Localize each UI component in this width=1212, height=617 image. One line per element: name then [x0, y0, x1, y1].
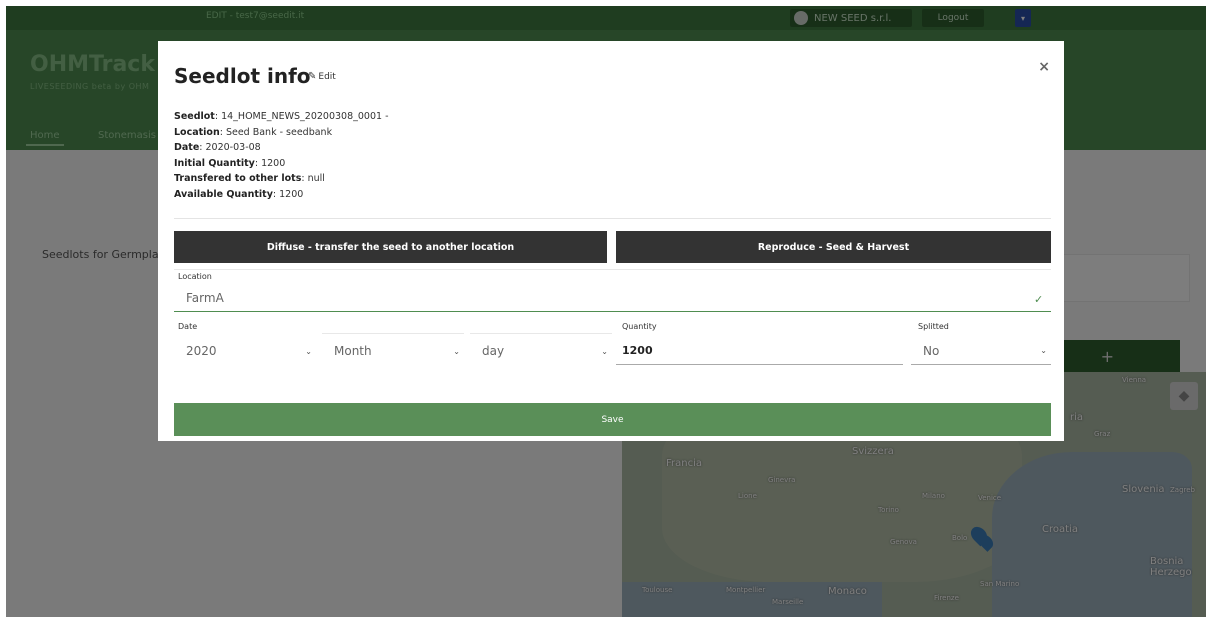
quantity-field-label: Quantity [622, 322, 657, 331]
date-row: Date: 2020-03-08 [174, 142, 261, 154]
transfered-value: null [304, 173, 325, 185]
date-value: 2020-03-08 [202, 142, 261, 154]
divider [322, 333, 464, 334]
close-icon[interactable]: × [1038, 59, 1050, 75]
available-quantity-row: Available Quantity: 1200 [174, 188, 304, 200]
month-value: Month [334, 344, 372, 358]
splitted-value: No [923, 343, 940, 358]
year-value: 2020 [186, 344, 217, 358]
location-label: Location [174, 126, 220, 138]
edit-link[interactable]: ✎ Edit [308, 71, 336, 82]
pencil-icon: ✎ [308, 71, 317, 82]
initial-quantity-value: 1200 [258, 157, 286, 169]
transfered-label: Transfered to other lots [174, 173, 302, 185]
seedlot-details: Seedlot: 14_HOME_NEWS_20200308_0001 - Lo… [174, 109, 389, 203]
chevron-down-icon: ⌄ [1040, 346, 1047, 355]
chevron-down-icon: ⌄ [305, 346, 312, 356]
seedlot-label: Seedlot [174, 111, 215, 122]
edit-label: Edit [318, 71, 336, 82]
diffuse-button[interactable]: Diffuse - transfer the seed to another l… [174, 231, 607, 263]
app-frame: EDIT - test7@seedit.it NEW SEED s.r.l. L… [6, 6, 1206, 617]
modal-title: Seedlot info [174, 64, 311, 88]
location-value: Seed Bank - seedbank [222, 126, 333, 138]
divider [470, 333, 612, 334]
seedlot-row: Seedlot: 14_HOME_NEWS_20200308_0001 - [174, 111, 389, 122]
location-field-label: Location [178, 272, 212, 281]
date-field-label: Date [178, 322, 198, 331]
day-select[interactable]: day ⌄ [470, 337, 612, 365]
location-field[interactable] [174, 284, 1051, 312]
initial-quantity-row: Initial Quantity: 1200 [174, 157, 286, 169]
splitted-select[interactable]: No ⌄ [911, 337, 1051, 365]
transfered-row: Transfered to other lots: null [174, 173, 325, 185]
divider [174, 269, 1051, 270]
splitted-field-label: Splitted [918, 322, 949, 331]
initial-quantity-label: Initial Quantity [174, 157, 255, 169]
location-row: Location: Seed Bank - seedbank [174, 126, 333, 138]
day-value: day [482, 344, 505, 358]
month-select[interactable]: Month ⌄ [322, 337, 464, 365]
chevron-down-icon: ⌄ [453, 346, 460, 356]
quantity-field[interactable] [616, 337, 903, 365]
check-icon: ✓ [1034, 293, 1044, 306]
available-quantity-label: Available Quantity [174, 188, 273, 200]
available-quantity-value: 1200 [276, 188, 304, 200]
divider [174, 218, 1051, 219]
year-select[interactable]: 2020 ⌄ [174, 337, 316, 365]
seedlot-info-modal: Seedlot info ✎ Edit × Seedlot: 14_HOME_N… [158, 41, 1064, 441]
save-button[interactable]: Save [174, 403, 1051, 436]
seedlot-value: 14_HOME_NEWS_20200308_0001 - [218, 111, 389, 122]
chevron-down-icon: ⌄ [601, 346, 608, 356]
date-label: Date [174, 142, 200, 154]
reproduce-button[interactable]: Reproduce - Seed & Harvest [616, 231, 1051, 263]
